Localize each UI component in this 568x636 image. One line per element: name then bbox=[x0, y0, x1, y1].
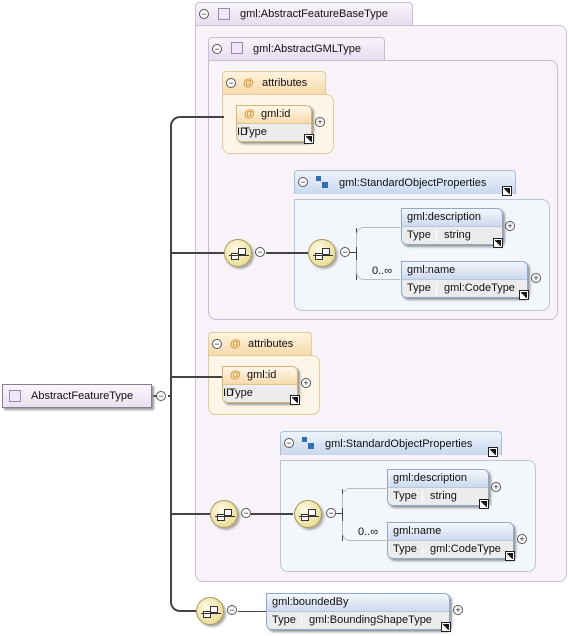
complex-type-icon bbox=[231, 42, 243, 54]
expand-element-icon[interactable]: + bbox=[517, 534, 527, 544]
link-icon[interactable] bbox=[479, 499, 489, 509]
expand-element-icon[interactable]: + bbox=[531, 273, 541, 283]
collapse-compositor-icon[interactable]: − bbox=[227, 605, 237, 615]
element-type-key: Type bbox=[272, 614, 296, 626]
element-type-key: Type bbox=[407, 229, 431, 241]
collapse-inner-attributes-icon[interactable]: − bbox=[226, 78, 236, 88]
inner-group-title: gml:StandardObjectProperties bbox=[339, 177, 487, 189]
element-type-value: string bbox=[444, 229, 471, 241]
root-type-node[interactable]: AbstractFeatureType bbox=[2, 384, 152, 408]
sequence-compositor-icon[interactable] bbox=[308, 239, 336, 267]
link-icon[interactable] bbox=[304, 134, 314, 144]
collapse-outer-icon[interactable]: − bbox=[199, 9, 209, 19]
outer-element-name[interactable]: gml:name Type gml:CodeType bbox=[387, 522, 514, 559]
expand-element-icon[interactable]: + bbox=[491, 482, 501, 492]
inner-element-name[interactable]: gml:name Type gml:CodeType bbox=[401, 261, 528, 298]
outer-attributes-title: attributes bbox=[248, 338, 294, 350]
attribute-icon: @ bbox=[243, 77, 254, 89]
sequence-compositor-icon[interactable] bbox=[196, 597, 224, 625]
element-name: gml:description bbox=[402, 209, 502, 227]
root-type-label: AbstractFeatureType bbox=[31, 390, 134, 402]
element-name: gml:description bbox=[388, 470, 488, 488]
outer-element-description[interactable]: gml:description Type string bbox=[387, 469, 489, 506]
link-icon[interactable] bbox=[505, 551, 515, 561]
inner-attr-name: gml:id bbox=[261, 108, 291, 120]
outer-attr-type-key: Type bbox=[229, 387, 253, 399]
element-type-value: gml:BoundingShapeType bbox=[309, 614, 432, 626]
link-icon[interactable] bbox=[502, 186, 512, 196]
element-name: gml:name bbox=[388, 523, 513, 541]
collapse-compositor-icon[interactable]: − bbox=[340, 247, 350, 257]
outer-type-title: gml:AbstractFeatureBaseType bbox=[240, 8, 388, 20]
attribute-icon: @ bbox=[230, 338, 241, 350]
link-icon[interactable] bbox=[488, 447, 498, 457]
collapse-inner-icon[interactable]: − bbox=[212, 44, 222, 54]
collapse-outer-attributes-icon[interactable]: − bbox=[212, 339, 222, 349]
outer-group-title: gml:StandardObjectProperties bbox=[325, 438, 473, 450]
element-type-value: gml:CodeType bbox=[444, 282, 515, 294]
element-type-value: string bbox=[430, 490, 457, 502]
inner-attributes-title: attributes bbox=[262, 77, 308, 89]
inner-attr-gml-id[interactable]: @ gml:id Type ID bbox=[236, 105, 312, 142]
outer-cardinality: 0..∞ bbox=[358, 526, 379, 538]
collapse-root-icon[interactable]: − bbox=[156, 391, 166, 401]
outer-attr-name: gml:id bbox=[247, 369, 277, 381]
link-icon[interactable] bbox=[441, 622, 451, 632]
complex-type-icon bbox=[9, 390, 21, 402]
element-type-key: Type bbox=[407, 282, 431, 294]
element-name: gml:boundedBy bbox=[267, 594, 449, 612]
element-type-value: gml:CodeType bbox=[430, 543, 501, 555]
collapse-outer-group-icon[interactable]: − bbox=[284, 438, 294, 448]
expand-element-icon[interactable]: + bbox=[453, 605, 463, 615]
sequence-compositor-icon[interactable] bbox=[224, 239, 252, 267]
collapse-compositor-icon[interactable]: − bbox=[241, 508, 251, 518]
sequence-compositor-icon[interactable] bbox=[294, 500, 322, 528]
expand-element-icon[interactable]: + bbox=[505, 221, 515, 231]
attribute-icon: @ bbox=[230, 369, 241, 381]
link-icon[interactable] bbox=[493, 238, 503, 248]
element-name: gml:name bbox=[402, 262, 527, 280]
group-icon bbox=[302, 437, 314, 449]
attribute-icon: @ bbox=[244, 108, 255, 120]
sequence-compositor-icon[interactable] bbox=[210, 500, 238, 528]
bounded-by-element[interactable]: gml:boundedBy Type gml:BoundingShapeType bbox=[266, 593, 450, 630]
inner-type-title: gml:AbstractGMLType bbox=[253, 43, 361, 55]
element-type-key: Type bbox=[393, 490, 417, 502]
complex-type-icon bbox=[218, 8, 230, 20]
expand-inner-attr-icon[interactable]: + bbox=[315, 117, 325, 127]
collapse-compositor-icon[interactable]: − bbox=[255, 247, 265, 257]
outer-attr-gml-id[interactable]: @ gml:id Type ID bbox=[222, 366, 298, 403]
expand-outer-attr-icon[interactable]: + bbox=[301, 378, 311, 388]
inner-attr-type-key: Type bbox=[243, 126, 267, 138]
link-icon[interactable] bbox=[519, 290, 529, 300]
inner-cardinality: 0..∞ bbox=[372, 265, 393, 277]
element-type-key: Type bbox=[393, 543, 417, 555]
collapse-compositor-icon[interactable]: − bbox=[326, 508, 336, 518]
group-icon bbox=[316, 176, 328, 188]
link-icon[interactable] bbox=[290, 395, 300, 405]
collapse-inner-group-icon[interactable]: − bbox=[298, 177, 308, 187]
inner-element-description[interactable]: gml:description Type string bbox=[401, 208, 503, 245]
